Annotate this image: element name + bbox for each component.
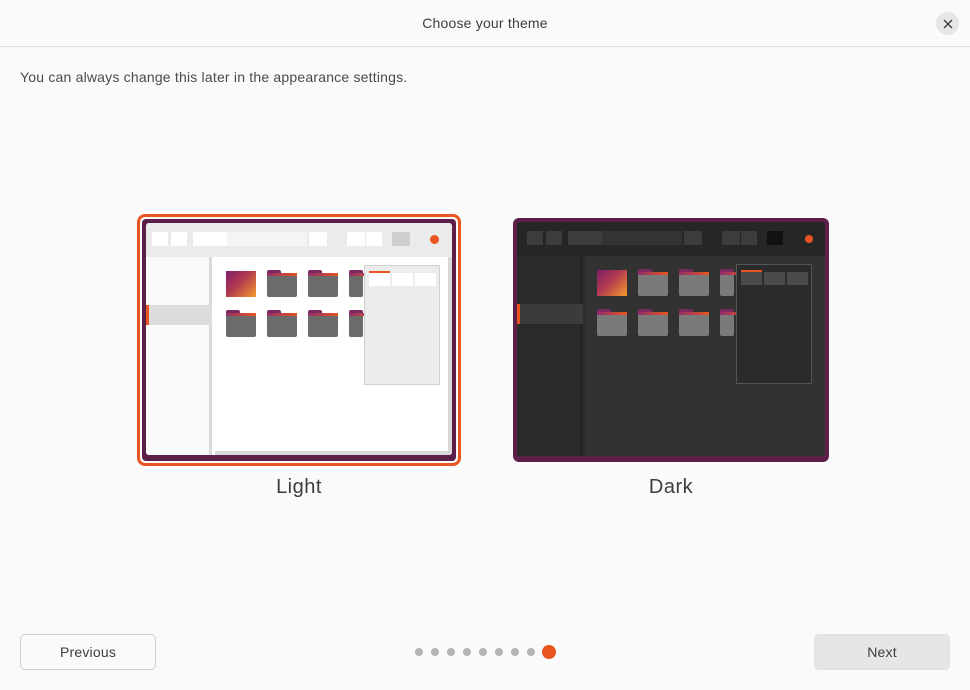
subtitle-text: You can always change this later in the … [20,69,408,85]
page-dot[interactable] [415,648,423,656]
light-theme-preview[interactable] [137,214,461,466]
close-button[interactable] [936,12,959,35]
page-dot[interactable] [511,648,519,656]
close-icon [943,19,952,28]
theme-label-light: Light [276,476,322,498]
page-dot[interactable] [463,648,471,656]
dark-theme-preview[interactable] [513,218,829,462]
theme-label-dark: Dark [648,476,694,498]
page-dot-active[interactable] [542,645,556,659]
dark-window-mockup [517,222,825,456]
page-dot[interactable] [495,648,503,656]
next-button[interactable]: Next [814,634,950,670]
header-bar: Choose your theme [0,0,970,47]
page-dot[interactable] [527,648,535,656]
page-dot[interactable] [447,648,455,656]
page-dot[interactable] [431,648,439,656]
page-title: Choose your theme [422,15,548,31]
page-dot[interactable] [479,648,487,656]
light-window-mockup [146,223,452,455]
previous-button[interactable]: Previous [20,634,156,670]
